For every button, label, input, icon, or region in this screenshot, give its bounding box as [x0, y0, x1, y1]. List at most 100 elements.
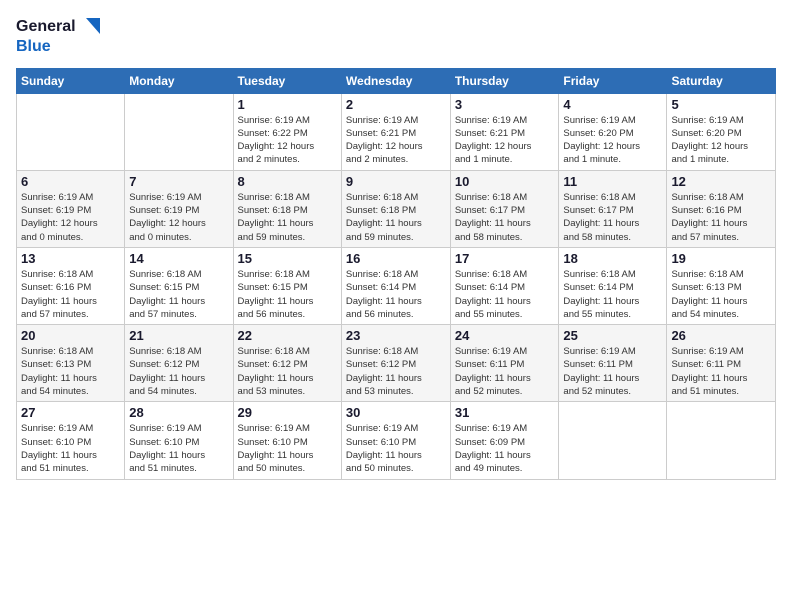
- day-number: 27: [21, 405, 120, 420]
- day-info: Sunrise: 6:19 AM Sunset: 6:21 PM Dayligh…: [346, 114, 446, 167]
- weekday-header-thursday: Thursday: [450, 68, 559, 93]
- day-info: Sunrise: 6:19 AM Sunset: 6:10 PM Dayligh…: [21, 422, 120, 475]
- day-info: Sunrise: 6:19 AM Sunset: 6:10 PM Dayligh…: [346, 422, 446, 475]
- day-number: 2: [346, 97, 446, 112]
- weekday-header-friday: Friday: [559, 68, 667, 93]
- weekday-header-row: SundayMondayTuesdayWednesdayThursdayFrid…: [17, 68, 776, 93]
- day-number: 19: [671, 251, 771, 266]
- day-number: 18: [563, 251, 662, 266]
- day-info: Sunrise: 6:19 AM Sunset: 6:10 PM Dayligh…: [129, 422, 228, 475]
- week-row-5: 27 Sunrise: 6:19 AM Sunset: 6:10 PM Dayli…: [17, 402, 776, 479]
- day-info: Sunrise: 6:18 AM Sunset: 6:12 PM Dayligh…: [346, 345, 446, 398]
- logo: General Blue: [16, 16, 100, 56]
- day-number: 22: [238, 328, 337, 343]
- calendar-cell: [125, 93, 233, 170]
- calendar-cell: [559, 402, 667, 479]
- day-info: Sunrise: 6:18 AM Sunset: 6:14 PM Dayligh…: [563, 268, 662, 321]
- day-info: Sunrise: 6:18 AM Sunset: 6:16 PM Dayligh…: [21, 268, 120, 321]
- day-number: 25: [563, 328, 662, 343]
- day-number: 12: [671, 174, 771, 189]
- calendar-cell: 24 Sunrise: 6:19 AM Sunset: 6:11 PM Dayli…: [450, 325, 559, 402]
- calendar-cell: 25 Sunrise: 6:19 AM Sunset: 6:11 PM Dayli…: [559, 325, 667, 402]
- calendar-cell: 6 Sunrise: 6:19 AM Sunset: 6:19 PM Daylig…: [17, 170, 125, 247]
- calendar-cell: 30Sunrise: 6:19 AM Sunset: 6:10 PM Dayli…: [341, 402, 450, 479]
- day-number: 8: [238, 174, 337, 189]
- week-row-2: 6 Sunrise: 6:19 AM Sunset: 6:19 PM Daylig…: [17, 170, 776, 247]
- day-info: Sunrise: 6:18 AM Sunset: 6:18 PM Dayligh…: [238, 191, 337, 244]
- day-info: Sunrise: 6:18 AM Sunset: 6:12 PM Dayligh…: [129, 345, 228, 398]
- day-number: 13: [21, 251, 120, 266]
- calendar-cell: 26 Sunrise: 6:19 AM Sunset: 6:11 PM Dayli…: [667, 325, 776, 402]
- day-number: 17: [455, 251, 555, 266]
- day-number: 31: [455, 405, 555, 420]
- day-info: Sunrise: 6:19 AM Sunset: 6:09 PM Dayligh…: [455, 422, 555, 475]
- day-info: Sunrise: 6:18 AM Sunset: 6:14 PM Dayligh…: [455, 268, 555, 321]
- logo-general: General: [16, 18, 76, 36]
- day-info: Sunrise: 6:19 AM Sunset: 6:11 PM Dayligh…: [671, 345, 771, 398]
- day-number: 6: [21, 174, 120, 189]
- day-number: 29: [238, 405, 337, 420]
- week-row-3: 13 Sunrise: 6:18 AM Sunset: 6:16 PM Dayli…: [17, 247, 776, 324]
- calendar-cell: 22Sunrise: 6:18 AM Sunset: 6:12 PM Dayli…: [233, 325, 341, 402]
- weekday-header-monday: Monday: [125, 68, 233, 93]
- calendar-cell: 11Sunrise: 6:18 AM Sunset: 6:17 PM Dayli…: [559, 170, 667, 247]
- day-number: 9: [346, 174, 446, 189]
- day-info: Sunrise: 6:19 AM Sunset: 6:10 PM Dayligh…: [238, 422, 337, 475]
- calendar-cell: 13 Sunrise: 6:18 AM Sunset: 6:16 PM Dayli…: [17, 247, 125, 324]
- day-info: Sunrise: 6:18 AM Sunset: 6:14 PM Dayligh…: [346, 268, 446, 321]
- day-info: Sunrise: 6:18 AM Sunset: 6:13 PM Dayligh…: [21, 345, 120, 398]
- day-number: 23: [346, 328, 446, 343]
- calendar-cell: 4 Sunrise: 6:19 AM Sunset: 6:20 PM Daylig…: [559, 93, 667, 170]
- calendar-cell: 3Sunrise: 6:19 AM Sunset: 6:21 PM Daylig…: [450, 93, 559, 170]
- day-number: 26: [671, 328, 771, 343]
- day-number: 1: [238, 97, 337, 112]
- calendar-cell: 23 Sunrise: 6:18 AM Sunset: 6:12 PM Dayli…: [341, 325, 450, 402]
- day-number: 15: [238, 251, 337, 266]
- week-row-4: 20 Sunrise: 6:18 AM Sunset: 6:13 PM Dayli…: [17, 325, 776, 402]
- calendar-cell: 7 Sunrise: 6:19 AM Sunset: 6:19 PM Daylig…: [125, 170, 233, 247]
- calendar-cell: 2 Sunrise: 6:19 AM Sunset: 6:21 PM Daylig…: [341, 93, 450, 170]
- calendar-cell: 31 Sunrise: 6:19 AM Sunset: 6:09 PM Dayli…: [450, 402, 559, 479]
- logo-text-block: General Blue: [16, 16, 100, 56]
- day-number: 14: [129, 251, 228, 266]
- day-number: 16: [346, 251, 446, 266]
- calendar-cell: 17 Sunrise: 6:18 AM Sunset: 6:14 PM Dayli…: [450, 247, 559, 324]
- day-info: Sunrise: 6:19 AM Sunset: 6:22 PM Dayligh…: [238, 114, 337, 167]
- day-number: 10: [455, 174, 555, 189]
- calendar-cell: 5Sunrise: 6:19 AM Sunset: 6:20 PM Daylig…: [667, 93, 776, 170]
- day-info: Sunrise: 6:18 AM Sunset: 6:15 PM Dayligh…: [238, 268, 337, 321]
- day-number: 20: [21, 328, 120, 343]
- day-number: 24: [455, 328, 555, 343]
- calendar-table: SundayMondayTuesdayWednesdayThursdayFrid…: [16, 68, 776, 480]
- day-info: Sunrise: 6:19 AM Sunset: 6:21 PM Dayligh…: [455, 114, 555, 167]
- calendar-cell: 20 Sunrise: 6:18 AM Sunset: 6:13 PM Dayli…: [17, 325, 125, 402]
- day-info: Sunrise: 6:19 AM Sunset: 6:19 PM Dayligh…: [21, 191, 120, 244]
- logo-chevron-icon: [78, 16, 100, 38]
- calendar-cell: 21 Sunrise: 6:18 AM Sunset: 6:12 PM Dayli…: [125, 325, 233, 402]
- day-info: Sunrise: 6:19 AM Sunset: 6:20 PM Dayligh…: [563, 114, 662, 167]
- day-info: Sunrise: 6:18 AM Sunset: 6:15 PM Dayligh…: [129, 268, 228, 321]
- weekday-header-tuesday: Tuesday: [233, 68, 341, 93]
- week-row-1: 1 Sunrise: 6:19 AM Sunset: 6:22 PM Daylig…: [17, 93, 776, 170]
- calendar-cell: 8 Sunrise: 6:18 AM Sunset: 6:18 PM Daylig…: [233, 170, 341, 247]
- day-number: 28: [129, 405, 228, 420]
- day-info: Sunrise: 6:19 AM Sunset: 6:11 PM Dayligh…: [563, 345, 662, 398]
- calendar-cell: 1 Sunrise: 6:19 AM Sunset: 6:22 PM Daylig…: [233, 93, 341, 170]
- calendar-cell: 14 Sunrise: 6:18 AM Sunset: 6:15 PM Dayli…: [125, 247, 233, 324]
- calendar-cell: 19Sunrise: 6:18 AM Sunset: 6:13 PM Dayli…: [667, 247, 776, 324]
- day-number: 21: [129, 328, 228, 343]
- logo-blue: Blue: [16, 38, 51, 55]
- calendar-cell: 29 Sunrise: 6:19 AM Sunset: 6:10 PM Dayli…: [233, 402, 341, 479]
- weekday-header-wednesday: Wednesday: [341, 68, 450, 93]
- weekday-header-saturday: Saturday: [667, 68, 776, 93]
- day-info: Sunrise: 6:19 AM Sunset: 6:11 PM Dayligh…: [455, 345, 555, 398]
- day-info: Sunrise: 6:19 AM Sunset: 6:19 PM Dayligh…: [129, 191, 228, 244]
- day-info: Sunrise: 6:18 AM Sunset: 6:18 PM Dayligh…: [346, 191, 446, 244]
- calendar-cell: [667, 402, 776, 479]
- day-number: 7: [129, 174, 228, 189]
- header: General Blue: [16, 16, 776, 56]
- day-number: 11: [563, 174, 662, 189]
- day-number: 4: [563, 97, 662, 112]
- day-number: 5: [671, 97, 771, 112]
- calendar-cell: 15 Sunrise: 6:18 AM Sunset: 6:15 PM Dayli…: [233, 247, 341, 324]
